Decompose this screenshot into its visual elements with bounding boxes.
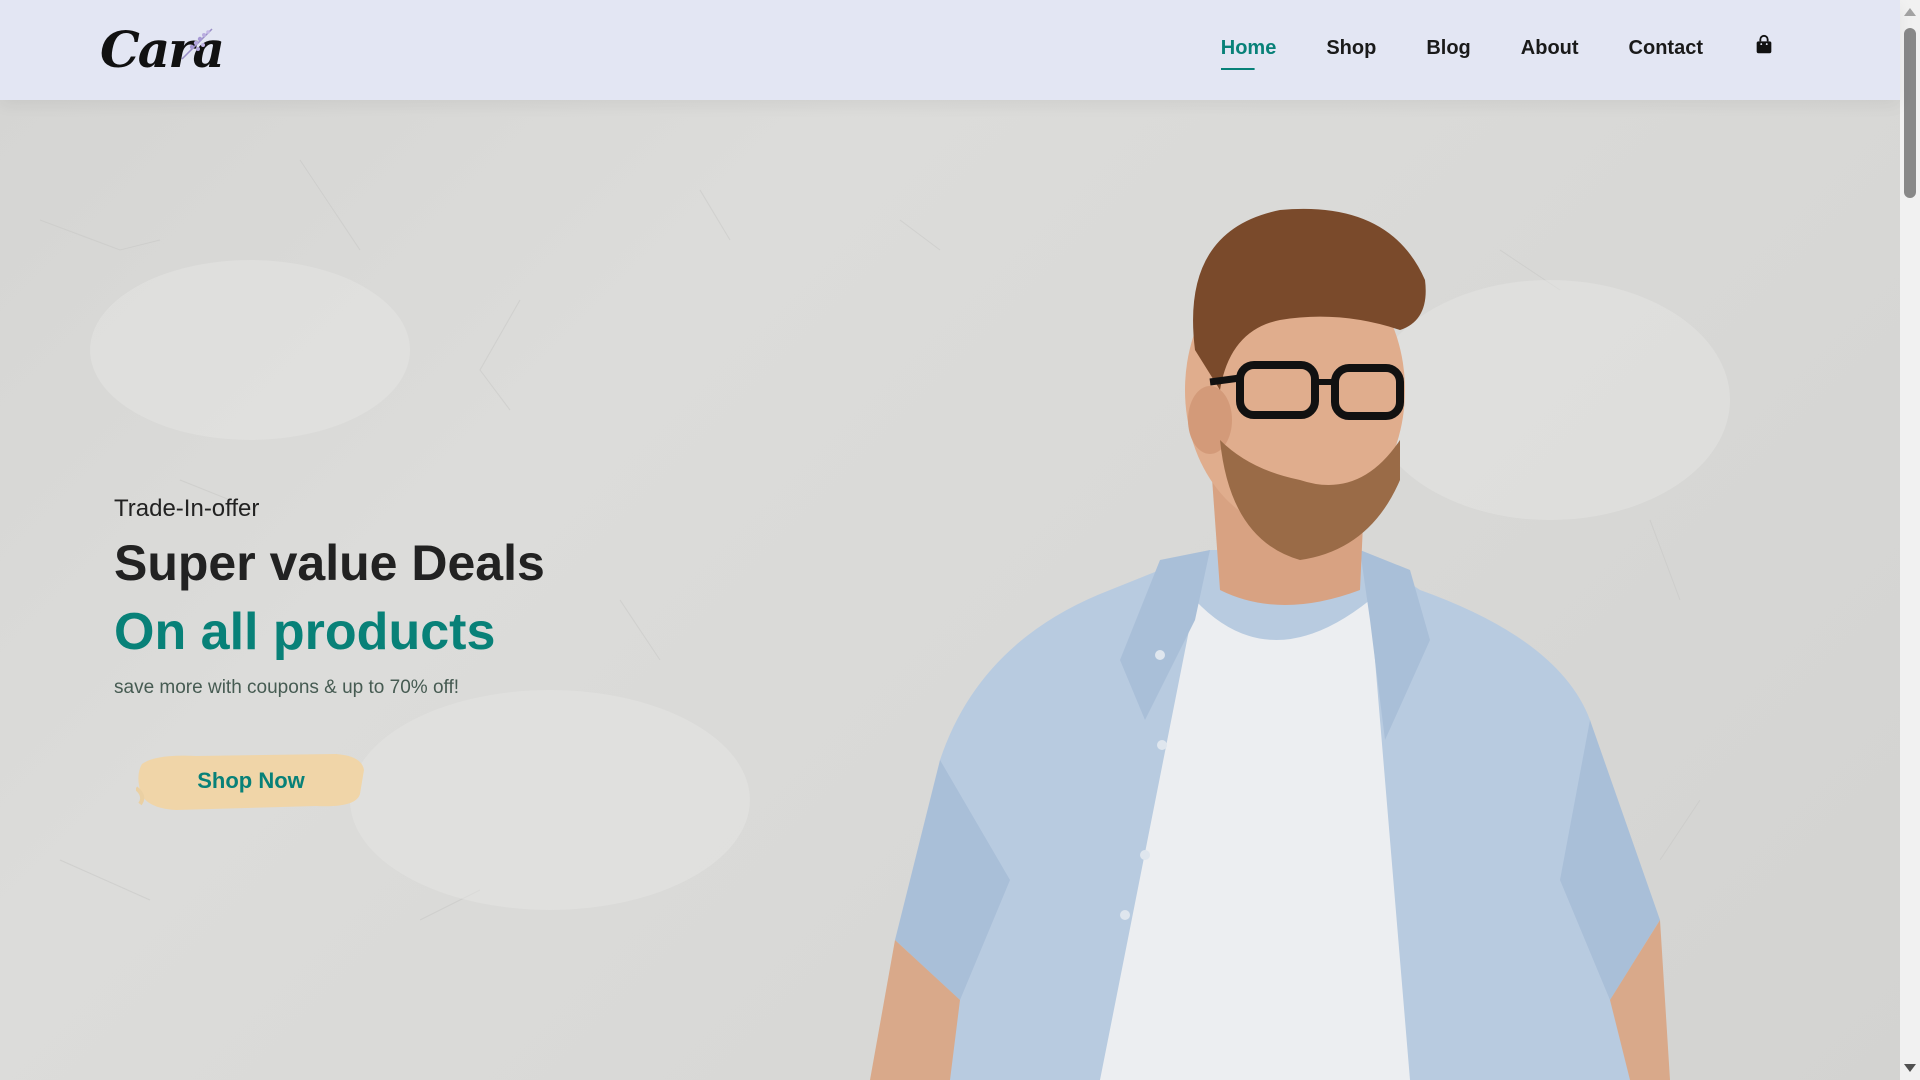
shop-now-label: Shop Now: [197, 768, 305, 793]
scroll-down-arrow-icon[interactable]: [1904, 1064, 1916, 1072]
site-header: Cara Home Shop Blog About Contact: [0, 0, 1900, 100]
hero-eyebrow: Trade-In-offer: [114, 495, 260, 522]
nav-link-about[interactable]: About: [1521, 37, 1579, 64]
hero-highlight: On all products: [114, 603, 496, 661]
lavender-sprig-icon: [181, 28, 213, 60]
hero-headline: Super value Deals: [114, 535, 545, 591]
hero-subtext: save more with coupons & up to 70% off!: [114, 676, 460, 698]
shop-now-button[interactable]: Shop Now: [136, 750, 366, 812]
nav-link-shop[interactable]: Shop: [1326, 37, 1376, 64]
main-nav: Home Shop Blog About Contact: [1221, 34, 1775, 66]
brand-logo[interactable]: Cara: [100, 15, 230, 85]
nav-link-contact[interactable]: Contact: [1629, 37, 1703, 64]
hero-section: Trade-In-offer Super value Deals On all …: [0, 100, 1900, 1080]
nav-link-blog[interactable]: Blog: [1426, 37, 1470, 64]
hero-copy: Trade-In-offer Super value Deals On all …: [114, 495, 545, 699]
shopping-bag-icon: [1756, 34, 1772, 54]
nav-link-home[interactable]: Home: [1221, 37, 1277, 64]
page-scrollbar[interactable]: [1900, 0, 1920, 1080]
scrollbar-thumb[interactable]: [1904, 28, 1916, 198]
model-man-illustration: [870, 208, 1670, 1080]
cart-link[interactable]: [1753, 34, 1775, 66]
scroll-up-arrow-icon[interactable]: [1904, 8, 1916, 16]
